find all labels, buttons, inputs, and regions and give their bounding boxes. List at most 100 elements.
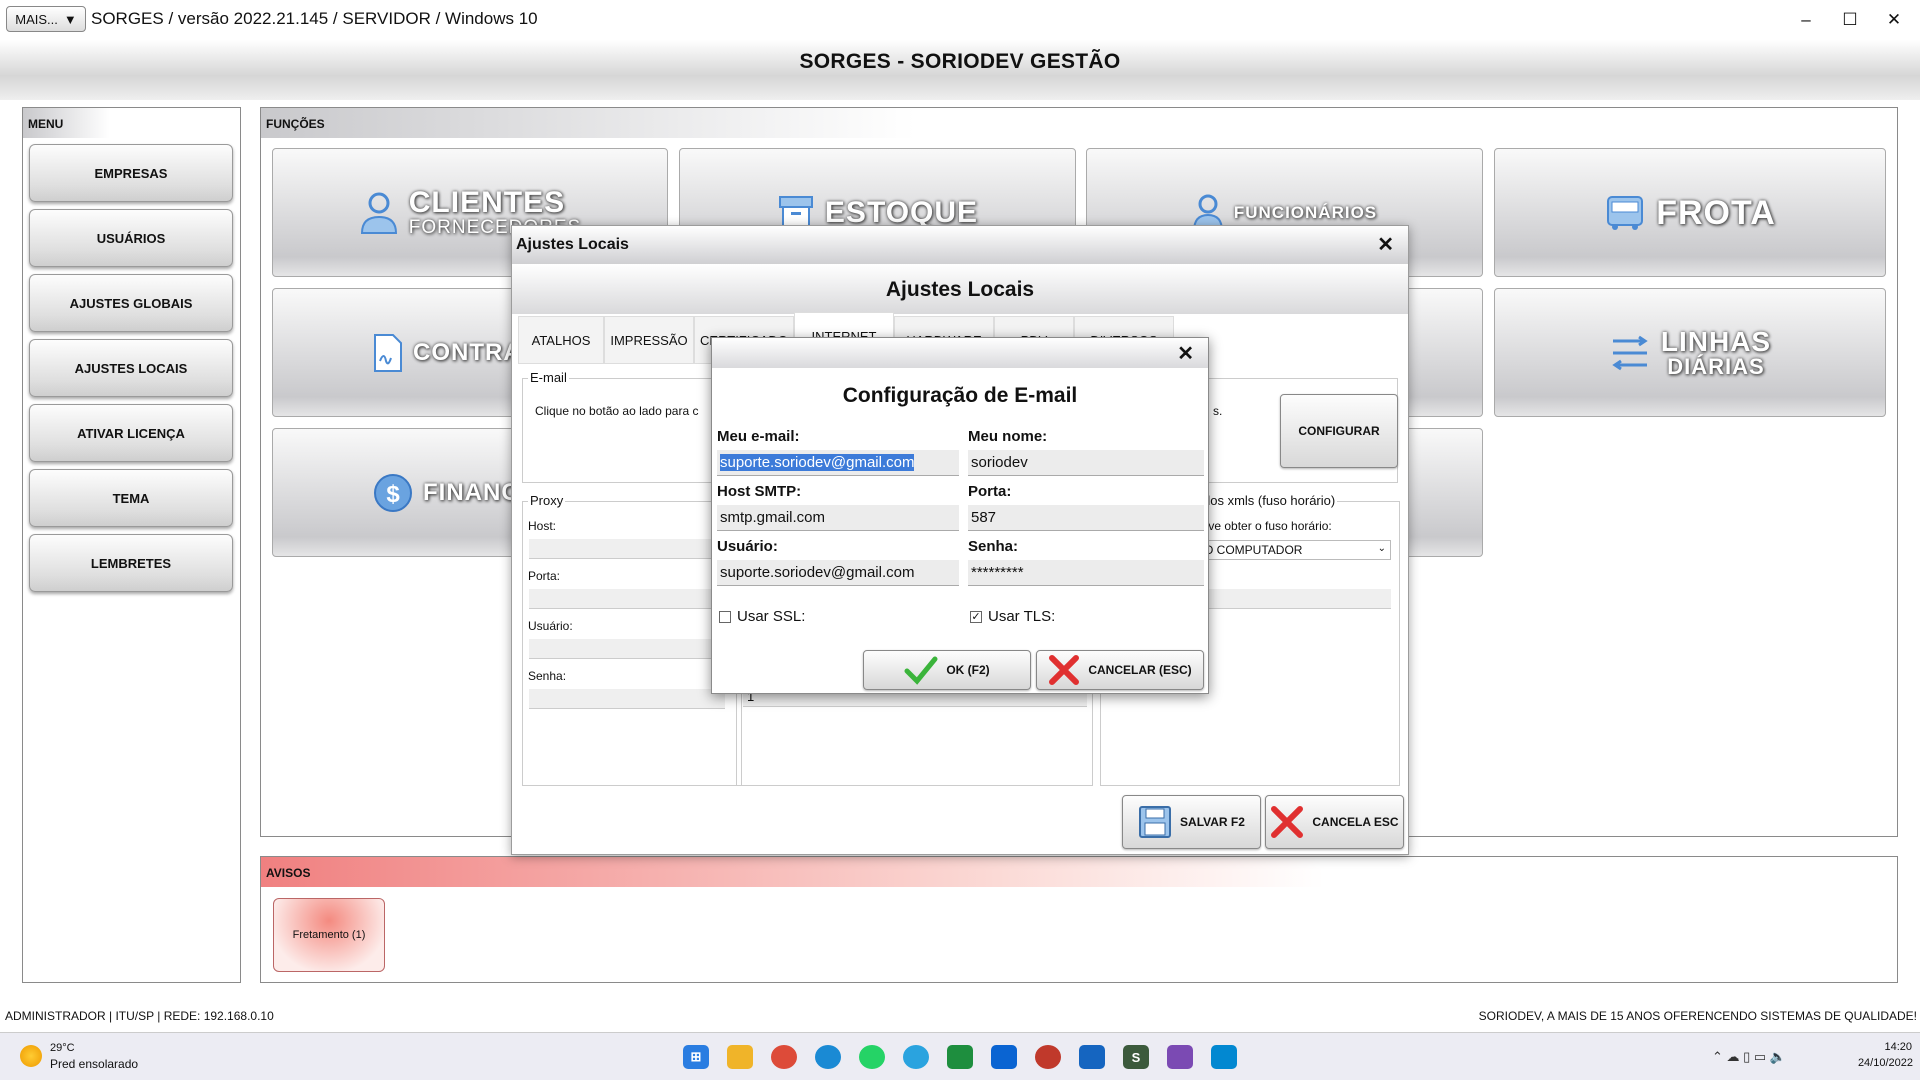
close-icon: ✕: [1177, 343, 1194, 365]
usar-tls-checkbox[interactable]: ✓ Usar TLS:: [970, 608, 1055, 625]
funcoes-header: FUNÇÕES: [261, 108, 1897, 138]
proxy-senha-input[interactable]: [529, 689, 725, 709]
meu-nome-input[interactable]: soriodev: [968, 450, 1204, 476]
menu-item-lembretes[interactable]: LEMBRETES: [29, 534, 233, 592]
page-title: SORGES - SORIODEV GESTÃO: [799, 50, 1121, 73]
menu-item-tema[interactable]: TEMA: [29, 469, 233, 527]
host-smtp-input[interactable]: smtp.gmail.com: [717, 505, 959, 531]
senha-label: Senha:: [968, 538, 1019, 555]
cancela-button[interactable]: CANCELA ESC: [1265, 795, 1404, 849]
weather-temp: 29°C: [50, 1042, 75, 1054]
menu-header: MENU: [23, 108, 240, 138]
proxy-usuario-input[interactable]: [529, 639, 725, 659]
xml-timezone-label: leve obter o fuso horário:: [1199, 519, 1332, 533]
check-icon: [904, 656, 938, 685]
taskbar: 29°C Pred ensolarado ⊞ S ⌃ ☁ ▯ ▭ 🔈 14:20…: [0, 1032, 1920, 1080]
menu-item-empresas[interactable]: EMPRESAS: [29, 144, 233, 202]
clock-time: 14:20: [1884, 1041, 1912, 1053]
email-help-text: Clique no botão ao lado para c: [535, 404, 699, 418]
estoque-label: ESTOQUE: [824, 195, 979, 229]
video-app-icon[interactable]: [1167, 1045, 1193, 1069]
chevron-down-icon: ⌄: [1377, 543, 1386, 554]
usuario-input[interactable]: suporte.soriodev@gmail.com: [717, 560, 959, 586]
notes-icon[interactable]: [1079, 1045, 1105, 1069]
bus-icon: [1607, 195, 1644, 230]
host-smtp-label: Host SMTP:: [717, 483, 802, 500]
email-help-text-end: s.: [1213, 404, 1223, 418]
ok-label: OK (F2): [946, 663, 990, 677]
meu-email-input[interactable]: suporte.soriodev@gmail.com: [717, 450, 959, 476]
whatsapp-icon[interactable]: [859, 1045, 885, 1069]
configurar-button[interactable]: CONFIGURAR: [1280, 394, 1398, 468]
menu-item-ajustes-locais[interactable]: AJUSTES LOCAIS: [29, 339, 233, 397]
ajustes-close-button[interactable]: ✕: [1377, 232, 1394, 257]
linhas-sub-label: DIÁRIAS: [1667, 353, 1765, 379]
proxy-group-label: Proxy: [528, 493, 566, 508]
timezone-select-value: O COMPUTADOR: [1204, 543, 1303, 557]
close-icon: ✕: [1377, 234, 1394, 256]
proxy-porta-input[interactable]: [529, 589, 725, 609]
remote-app-icon[interactable]: [991, 1045, 1017, 1069]
linhas-diarias-button[interactable]: LINHAS DIÁRIAS: [1494, 288, 1886, 417]
edge-icon[interactable]: [815, 1045, 841, 1069]
proxy-host-label: Host:: [528, 519, 557, 533]
media-app-icon[interactable]: [1035, 1045, 1061, 1069]
dropdown-arrow-icon: ▼: [63, 11, 77, 27]
senha-input[interactable]: *********: [968, 560, 1204, 586]
minimize-icon: –: [1801, 10, 1811, 29]
spreadsheet-icon[interactable]: [947, 1045, 973, 1069]
meu-email-value: suporte.soriodev@gmail.com: [720, 454, 915, 471]
usar-ssl-checkbox[interactable]: Usar SSL:: [719, 608, 805, 625]
xml-input-2[interactable]: [1199, 589, 1391, 609]
menu-item-ativar-licenca[interactable]: ATIVAR LICENÇA: [29, 404, 233, 462]
clientes-label: CLIENTES: [408, 186, 566, 219]
minimize-button[interactable]: –: [1786, 6, 1826, 34]
weather-icon: [20, 1045, 42, 1067]
person-icon: [360, 192, 397, 234]
windows-start-icon[interactable]: ⊞: [683, 1045, 709, 1069]
cancela-label: CANCELA ESC: [1312, 815, 1399, 829]
email-dialog-close-button[interactable]: ✕: [1177, 341, 1194, 366]
sorges-app-icon[interactable]: S: [1123, 1045, 1149, 1069]
avisos-panel: AVISOS Fretamento (1): [260, 856, 1898, 983]
system-tray-icons[interactable]: ⌃ ☁ ▯ ▭ 🔈: [1712, 1049, 1786, 1065]
maximize-button[interactable]: ☐: [1830, 6, 1870, 34]
ok-button[interactable]: OK (F2): [863, 650, 1031, 690]
status-bar-left: ADMINISTRADOR | ITU/SP | REDE: 192.168.0…: [5, 1009, 274, 1023]
telegram-icon[interactable]: [903, 1045, 929, 1069]
save-icon: [1139, 806, 1172, 838]
contratos-label: CONTRA: [413, 338, 522, 366]
cancelar-button[interactable]: CANCELAR (ESC): [1036, 650, 1204, 690]
porta-label: Porta:: [968, 483, 1012, 500]
cancel-x-icon: [1271, 806, 1304, 838]
email-dialog-title: Configuração de E-mail: [842, 384, 1078, 407]
proxy-host-input[interactable]: [529, 539, 725, 559]
dollar-icon: $: [374, 473, 412, 512]
mais-dropdown-button[interactable]: MAIS... ▼: [6, 6, 86, 32]
menu-item-usuarios[interactable]: USUÁRIOS: [29, 209, 233, 267]
weather-desc: Pred ensolarado: [50, 1057, 139, 1071]
frota-label: FROTA: [1656, 193, 1776, 232]
mail-app-icon[interactable]: [1211, 1045, 1237, 1069]
clock-date: 24/10/2022: [1857, 1057, 1913, 1069]
proxy-usuario-label: Usuário:: [528, 619, 573, 633]
chrome-icon[interactable]: [771, 1045, 797, 1069]
tab-impressao[interactable]: IMPRESSÃO: [604, 316, 694, 364]
meu-nome-label: Meu nome:: [968, 428, 1048, 445]
menu-item-ajustes-globais[interactable]: AJUSTES GLOBAIS: [29, 274, 233, 332]
contract-icon: [374, 333, 402, 372]
close-icon: ✕: [1886, 10, 1902, 29]
file-explorer-icon[interactable]: [727, 1045, 753, 1069]
routes-icon: [1612, 335, 1648, 370]
ajustes-header: Ajustes Locais: [512, 264, 1408, 314]
tab-atalhos[interactable]: ATALHOS: [518, 316, 604, 364]
close-window-button[interactable]: ✕: [1874, 6, 1914, 34]
frota-button[interactable]: FROTA: [1494, 148, 1886, 277]
aviso-fretamento-button[interactable]: Fretamento (1): [273, 898, 385, 972]
timezone-select[interactable]: O COMPUTADOR ⌄: [1199, 540, 1391, 560]
salvar-label: SALVAR F2: [1180, 815, 1245, 829]
porta-input[interactable]: 587: [968, 505, 1204, 531]
proxy-porta-label: Porta:: [528, 569, 561, 583]
salvar-button[interactable]: SALVAR F2: [1122, 795, 1261, 849]
usuario-label: Usuário:: [717, 538, 778, 555]
